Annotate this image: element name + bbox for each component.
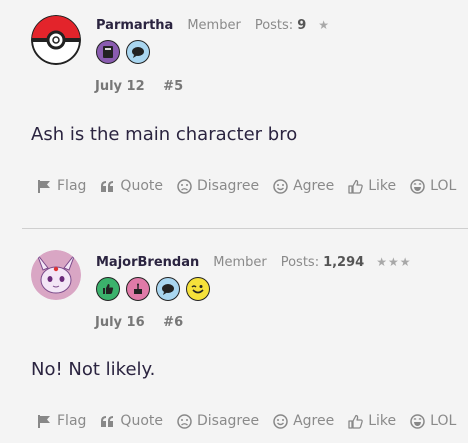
author-meta: MajorBrendan Member Posts: 1,294 ★★★ [96, 255, 411, 270]
quote-label: Quote [120, 413, 163, 429]
user-role: Member [213, 255, 267, 270]
comment-badge-icon[interactable] [126, 40, 150, 64]
disagree-button[interactable]: Disagree [177, 413, 259, 429]
disagree-label: Disagree [196, 178, 260, 194]
avatar[interactable] [31, 15, 81, 65]
rank-stars: ★ [318, 18, 330, 32]
smile-icon [273, 178, 288, 194]
like-button[interactable]: Like [348, 413, 396, 429]
disagree-label: Disagree [196, 413, 260, 429]
quote-button[interactable]: Quote [100, 178, 163, 194]
post-number[interactable]: #6 [163, 315, 183, 330]
cake-badge-icon[interactable] [126, 277, 150, 301]
rank-stars: ★★★ [376, 255, 412, 269]
post-dateline: July 16 #6 [95, 315, 183, 330]
post-dateline: July 12 #5 [95, 79, 183, 94]
like-button[interactable]: Like [348, 178, 396, 194]
posts-label: Posts: [280, 255, 320, 270]
agree-label: Agree [293, 413, 335, 429]
post-number[interactable]: #5 [163, 79, 183, 94]
posts-count: 1,294 [323, 255, 365, 270]
laugh-icon [410, 413, 425, 429]
quote-icon [101, 180, 114, 192]
lol-button[interactable]: LOL [410, 413, 456, 429]
posts-label: Posts: [254, 18, 294, 33]
agree-label: Agree [293, 178, 335, 194]
post-body: No! Not likely. [31, 359, 156, 380]
author-meta: Parmartha Member Posts: 9 ★ [96, 18, 330, 33]
post-date[interactable]: July 12 [95, 79, 145, 94]
author-name[interactable]: Parmartha [96, 18, 173, 33]
laugh-icon [410, 178, 425, 194]
thumbs-up-icon [348, 179, 364, 194]
reaction-bar: Flag Quote Disagree Agree Like LOL [37, 413, 468, 429]
user-role: Member [187, 18, 241, 33]
flag-label: Flag [57, 178, 87, 194]
divider-indent [0, 228, 22, 230]
post-body: Ash is the main character bro [31, 124, 298, 145]
posts-count: 9 [297, 18, 307, 33]
avatar[interactable] [31, 250, 81, 300]
lol-button[interactable]: LOL [410, 178, 456, 194]
thumbs-up-badge-icon[interactable] [96, 277, 120, 301]
thumbs-up-icon [348, 414, 364, 429]
quote-button[interactable]: Quote [100, 413, 163, 429]
disagree-button[interactable]: Disagree [177, 178, 259, 194]
badge-list [96, 40, 150, 64]
agree-button[interactable]: Agree [273, 413, 334, 429]
flag-label: Flag [57, 413, 87, 429]
comment-post: MajorBrendan Member Posts: 1,294 ★★★ Jul… [0, 228, 468, 443]
lol-label: LOL [430, 178, 457, 194]
frown-icon [177, 178, 192, 194]
post-date[interactable]: July 16 [95, 315, 145, 330]
comment-badge-icon[interactable] [156, 277, 180, 301]
flag-button[interactable]: Flag [37, 178, 86, 194]
notebook-badge-icon[interactable] [96, 40, 120, 64]
flag-icon [38, 414, 50, 428]
like-label: Like [368, 178, 397, 194]
smile-icon [273, 413, 288, 429]
quote-icon [101, 415, 114, 427]
lol-label: LOL [430, 413, 457, 429]
quote-label: Quote [120, 178, 163, 194]
flag-icon [38, 179, 50, 193]
reaction-bar: Flag Quote Disagree Agree Like LOL [37, 178, 468, 194]
badge-list [96, 277, 210, 301]
flag-button[interactable]: Flag [37, 413, 86, 429]
author-name[interactable]: MajorBrendan [96, 255, 199, 270]
wink-badge-icon[interactable] [186, 277, 210, 301]
comment-post: Parmartha Member Posts: 9 ★ July 12 #5 A… [0, 0, 468, 228]
frown-icon [177, 413, 192, 429]
agree-button[interactable]: Agree [273, 178, 334, 194]
like-label: Like [368, 413, 397, 429]
